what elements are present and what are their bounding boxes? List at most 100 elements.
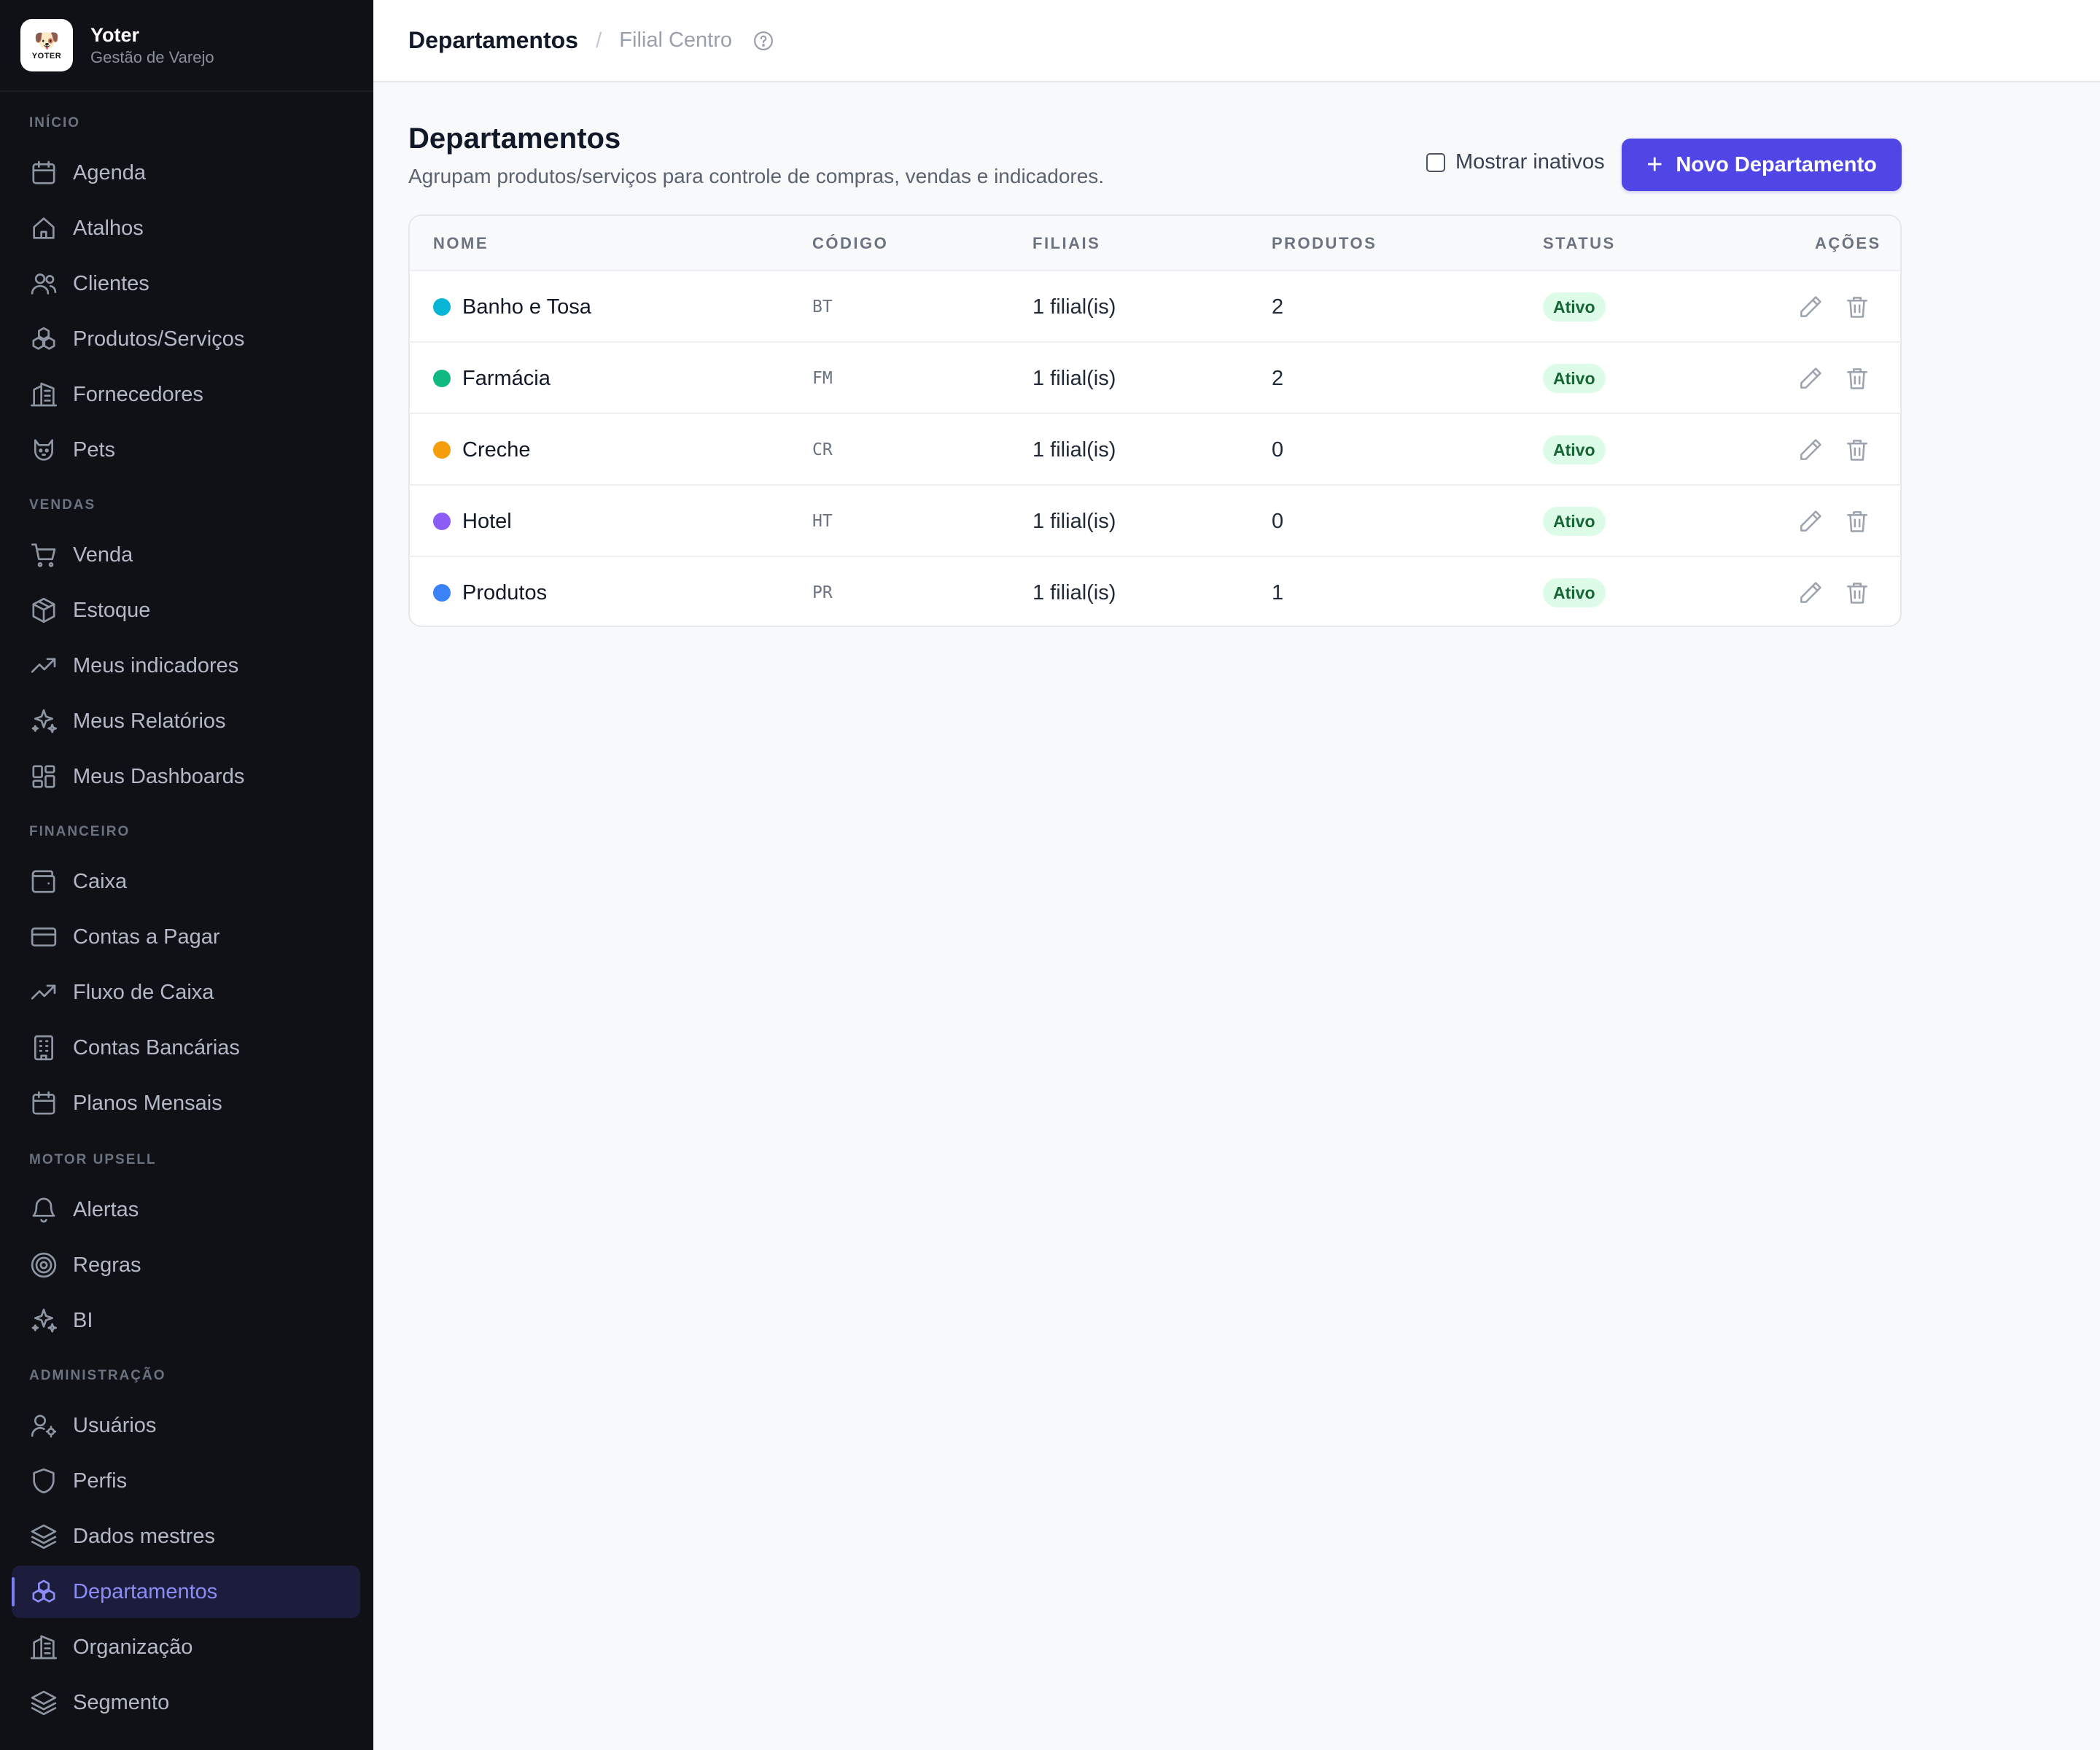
calendar-icon: [29, 1089, 58, 1118]
sidebar-item-caixa[interactable]: Caixa: [12, 855, 360, 908]
help-icon[interactable]: [752, 30, 774, 52]
sidebar-item-contas-a-pagar[interactable]: Contas a Pagar: [12, 911, 360, 963]
new-department-label: Novo Departamento: [1676, 152, 1877, 176]
sidebar-item-alertas[interactable]: Alertas: [12, 1183, 360, 1236]
target-icon: [29, 1251, 58, 1280]
trash-icon[interactable]: [1843, 365, 1871, 392]
sidebar-item-fornecedores[interactable]: Fornecedores: [12, 368, 360, 421]
sidebar-item-meus-dashboards[interactable]: Meus Dashboards: [12, 750, 360, 803]
cell-actions: [1797, 343, 1871, 414]
table-row[interactable]: Farmácia FM 1 filial(is) 2 Ativo: [410, 343, 1900, 414]
cell-products: 0: [1272, 438, 1284, 462]
wallet-icon: [29, 867, 58, 896]
sidebar-item-label: Meus indicadores: [73, 653, 239, 677]
cell-products: 1: [1272, 580, 1284, 604]
cell-status: Ativo: [1543, 271, 1606, 343]
plus-icon: +: [1646, 149, 1663, 180]
sidebar-item-estoque[interactable]: Estoque: [12, 584, 360, 637]
trash-icon[interactable]: [1843, 579, 1871, 607]
bell-icon: [29, 1195, 58, 1224]
cell-actions: [1797, 486, 1871, 557]
sidebar-item-pets[interactable]: Pets: [12, 424, 360, 476]
shield-icon: [29, 1466, 58, 1496]
edit-icon[interactable]: [1797, 579, 1824, 607]
new-department-button[interactable]: + Novo Departamento: [1622, 139, 1902, 191]
sidebar-item-perfis[interactable]: Perfis: [12, 1455, 360, 1507]
sidebar-item-atalhos[interactable]: Atalhos: [12, 202, 360, 254]
sidebar-item-meus-relatorios[interactable]: Meus Relatórios: [12, 695, 360, 747]
cell-code: CR: [812, 440, 833, 459]
header-status[interactable]: STATUS: [1543, 216, 1616, 271]
sidebar-item-label: Fornecedores: [73, 382, 203, 406]
sidebar-item-label: Caixa: [73, 869, 128, 893]
edit-icon[interactable]: [1797, 293, 1824, 321]
cell-code: FM: [812, 369, 833, 388]
sidebar-item-venda[interactable]: Venda: [12, 529, 360, 581]
department-name: Farmácia: [462, 366, 551, 390]
header-branches[interactable]: FILIAIS: [1032, 216, 1100, 271]
sidebar-item-produtos-servicos[interactable]: Produtos/Serviços: [12, 313, 360, 365]
sidebar-item-agenda[interactable]: Agenda: [12, 147, 360, 199]
home-icon: [29, 214, 58, 243]
show-inactive-toggle[interactable]: Mostrar inativos: [1426, 150, 1605, 174]
status-badge: Ativo: [1543, 292, 1606, 322]
sidebar-item-fluxo-de-caixa[interactable]: Fluxo de Caixa: [12, 966, 360, 1019]
table-row[interactable]: Creche CR 1 filial(is) 0 Ativo: [410, 414, 1900, 486]
header-products[interactable]: PRODUTOS: [1272, 216, 1377, 271]
sidebar-item-planos-mensais[interactable]: Planos Mensais: [12, 1077, 360, 1129]
sidebar-item-contas-bancarias[interactable]: Contas Bancárias: [12, 1022, 360, 1074]
table-row[interactable]: Banho e Tosa BT 1 filial(is) 2 Ativo: [410, 271, 1900, 343]
header-name[interactable]: NOME: [433, 216, 489, 271]
show-inactive-checkbox[interactable]: [1426, 152, 1445, 172]
sidebar-section-title: INÍCIO: [29, 115, 81, 131]
table-body: Banho e Tosa BT 1 filial(is) 2 Ativo Farmácia…: [410, 271, 1900, 626]
sidebar-item-label: Organização: [73, 1635, 193, 1659]
page-header: Departamentos Agrupam produtos/serviços …: [408, 117, 1104, 192]
sidebar-item-label: Perfis: [73, 1469, 128, 1493]
sidebar-item-label: Contas a Pagar: [73, 925, 220, 949]
sidebar-item-label: Dados mestres: [73, 1524, 216, 1548]
sidebar-item-meus-indicadores[interactable]: Meus indicadores: [12, 639, 360, 692]
color-dot: [433, 370, 451, 387]
user-gear-icon: [29, 1411, 58, 1440]
trash-icon[interactable]: [1843, 508, 1871, 535]
edit-icon[interactable]: [1797, 365, 1824, 392]
trash-icon[interactable]: [1843, 436, 1871, 464]
table-row[interactable]: Produtos PR 1 filial(is) 1 Ativo: [410, 557, 1900, 626]
sidebar-item-label: Produtos/Serviços: [73, 327, 245, 351]
app-name: Yoter: [90, 24, 140, 46]
sidebar-item-departamentos[interactable]: Departamentos: [12, 1566, 360, 1618]
cell-branches: 1 filial(is): [1032, 366, 1116, 390]
app-logo[interactable]: 🐶 YOTER: [20, 19, 73, 71]
sidebar-item-label: Contas Bancárias: [73, 1035, 240, 1059]
boxes-icon: [29, 1577, 58, 1606]
sidebar-item-clientes[interactable]: Clientes: [12, 257, 360, 310]
color-dot: [433, 441, 451, 459]
trash-icon[interactable]: [1843, 293, 1871, 321]
sidebar-item-segmento[interactable]: Segmento: [12, 1676, 360, 1729]
cell-status: Ativo: [1543, 557, 1606, 626]
status-badge: Ativo: [1543, 435, 1606, 464]
header-code[interactable]: CÓDIGO: [812, 216, 888, 271]
department-name: Banho e Tosa: [462, 295, 591, 319]
edit-icon[interactable]: [1797, 508, 1824, 535]
sidebar-item-label: Alertas: [73, 1197, 139, 1221]
sidebar-item-label: Estoque: [73, 598, 151, 622]
page-title: Departamentos: [408, 122, 621, 155]
sidebar-item-label: Planos Mensais: [73, 1091, 222, 1115]
show-inactive-label: Mostrar inativos: [1455, 150, 1605, 174]
cell-branches: 1 filial(is): [1032, 509, 1116, 533]
package-icon: [29, 596, 58, 625]
table-row[interactable]: Hotel HT 1 filial(is) 0 Ativo: [410, 486, 1900, 557]
sidebar-item-dados-mestres[interactable]: Dados mestres: [12, 1510, 360, 1563]
bank-building-icon: [29, 1033, 58, 1062]
sidebar-item-organizacao[interactable]: Organização: [12, 1621, 360, 1673]
sidebar-item-bi[interactable]: BI: [12, 1294, 360, 1347]
app-subtitle: Gestão de Varejo: [90, 48, 214, 66]
breadcrumb-branch[interactable]: Filial Centro: [619, 28, 732, 52]
breadcrumb-title: Departamentos: [408, 27, 578, 53]
building-icon: [29, 1633, 58, 1662]
sidebar-item-usuarios[interactable]: Usuários: [12, 1399, 360, 1452]
edit-icon[interactable]: [1797, 436, 1824, 464]
sidebar-item-regras[interactable]: Regras: [12, 1239, 360, 1291]
